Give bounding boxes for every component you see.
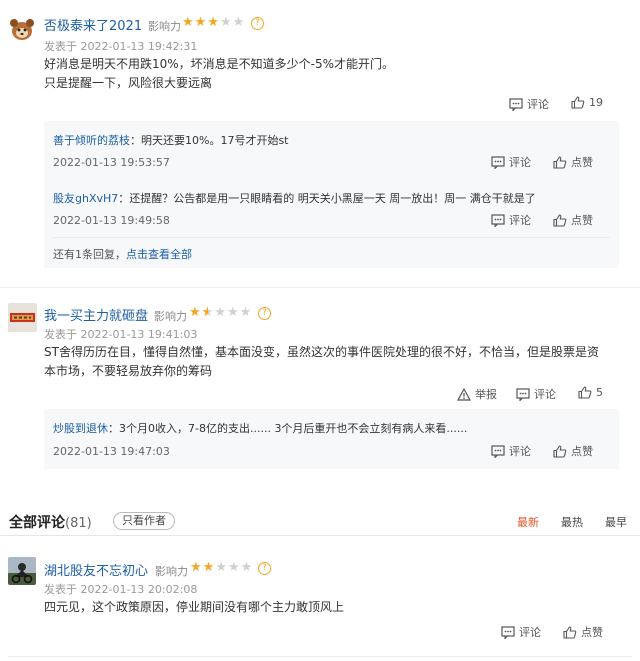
warning-icon — [456, 387, 472, 401]
influence-label: 影响力 — [154, 310, 187, 323]
comment-author[interactable]: 我一买主力就砸盘 — [44, 305, 148, 324]
like-label: 点赞 — [571, 214, 593, 227]
report-button[interactable]: 举报 — [456, 386, 497, 402]
like-button[interactable]: 5 — [578, 386, 603, 399]
user-avatar[interactable] — [8, 303, 37, 332]
post-time: 发表于 2022-01-13 19:41:03 — [44, 328, 198, 341]
divider — [53, 237, 610, 238]
comment-label: 评论 — [509, 445, 531, 458]
reply-text: ：还提醒？公告都是用一只眼睛看的 明天关小黑屋一天 周一放出！周一 满仓干就是了 — [118, 192, 536, 205]
comment-icon — [491, 445, 505, 459]
comment-text: 四元见，这个政策原因，停业期间没有哪个主力敢顶风上 — [44, 600, 345, 614]
thumbs-up-icon — [553, 445, 567, 458]
reply-text: ：明天还要10%。17号才开始st — [130, 134, 289, 147]
reply-like-button[interactable]: 点赞 — [553, 154, 593, 170]
influence-stars: ★★★★★ — [182, 15, 246, 30]
reply-2: 股友ghXvH7：还提醒？公告都是用一只眼睛看的 明天关小黑屋一天 周一放出！周… — [53, 190, 536, 206]
comment-label: 评论 — [534, 388, 556, 401]
reply-1: 炒股到退休：3个月0收入，7-8亿的支出...... 3个月后重开也不会立刻有病… — [53, 420, 467, 436]
influence-stars: ★★★★★ — [190, 560, 254, 575]
comment-icon — [501, 626, 515, 640]
reply-box: 炒股到退休：3个月0收入，7-8亿的支出...... 3个月后重开也不会立刻有病… — [44, 409, 619, 469]
thumbs-up-icon — [553, 156, 567, 169]
influence-label: 影响力 — [148, 20, 181, 33]
comment-button[interactable]: 评论 — [509, 96, 549, 112]
help-icon[interactable]: ? — [258, 307, 271, 320]
sort-hottest[interactable]: 最热 — [561, 514, 583, 530]
report-label: 举报 — [475, 388, 497, 401]
reply-like-button[interactable]: 点赞 — [553, 443, 593, 459]
reply-1: 善于倾听的荔枝：明天还要10%。17号才开始st — [53, 132, 289, 148]
more-replies: 还有1条回复，点击查看全部 — [53, 246, 192, 262]
comment-line: 只是提醒一下，风险很大要远离 — [44, 76, 213, 90]
user-avatar[interactable] — [8, 15, 36, 43]
thumbs-up-icon — [571, 96, 585, 109]
influence-label: 影响力 — [155, 565, 188, 578]
comment-label: 评论 — [509, 156, 531, 169]
help-icon[interactable]: ? — [258, 562, 271, 575]
reply-author[interactable]: 股友ghXvH7 — [53, 192, 118, 205]
comment-author[interactable]: 湖北股友不忘初心 — [44, 560, 148, 579]
reply-like-button[interactable]: 点赞 — [553, 212, 593, 228]
like-label: 点赞 — [581, 626, 603, 639]
comment-icon — [509, 98, 523, 112]
reply-time: 2022-01-13 19:47:03 — [53, 445, 170, 458]
comment-label: 评论 — [519, 626, 541, 639]
view-all-replies-link[interactable]: 点击查看全部 — [126, 248, 192, 261]
comment-line: 好消息是明天不用跌10%，坏消息是不知道多少个-5%才能开门。 — [44, 57, 395, 71]
reply-comment-button[interactable]: 评论 — [491, 212, 531, 228]
reply-comment-button[interactable]: 评论 — [491, 154, 531, 170]
divider — [8, 656, 632, 657]
user-avatar[interactable] — [8, 557, 36, 585]
like-button[interactable]: 点赞 — [563, 624, 603, 640]
author-only-button[interactable]: 只看作者 — [113, 512, 175, 530]
reply-box: 善于倾听的荔枝：明天还要10%。17号才开始st 2022-01-13 19:5… — [44, 121, 619, 268]
all-comments-header: 全部评论(81) 只看作者 最新 最热 最早 — [0, 508, 640, 536]
like-count: 19 — [589, 96, 603, 109]
comment-line: ST舍得历历在目，懂得自然懂，基本面没变，虽然这次的事件医院处理的很不好，不恰当… — [44, 345, 599, 359]
post-time: 发表于 2022-01-13 20:02:08 — [44, 583, 198, 596]
comment-icon — [516, 388, 530, 402]
divider — [0, 287, 640, 288]
comment-button[interactable]: 评论 — [516, 386, 556, 402]
sort-newest[interactable]: 最新 — [517, 514, 539, 530]
sort-earliest[interactable]: 最早 — [605, 514, 627, 530]
comment-text: ST舍得历历在目，懂得自然懂，基本面没变，虽然这次的事件医院处理的很不好，不恰当… — [44, 343, 634, 381]
like-count: 5 — [596, 386, 603, 399]
comment-text: 好消息是明天不用跌10%，坏消息是不知道多少个-5%才能开门。 只是提醒一下，风… — [44, 55, 634, 93]
like-label: 点赞 — [571, 445, 593, 458]
like-label: 点赞 — [571, 156, 593, 169]
comment-label: 评论 — [527, 98, 549, 111]
thumbs-up-icon — [563, 626, 577, 639]
influence-stars: ★★★★★★ — [189, 305, 253, 320]
reply-author[interactable]: 善于倾听的荔枝 — [53, 134, 130, 147]
post-time: 发表于 2022-01-13 19:42:31 — [44, 40, 198, 53]
comment-count: (81) — [65, 516, 92, 531]
reply-time: 2022-01-13 19:49:58 — [53, 214, 170, 227]
comment-line: 本市场，不要轻易放弃你的筹码 — [44, 364, 213, 378]
reply-comment-button[interactable]: 评论 — [491, 443, 531, 459]
help-icon[interactable]: ? — [251, 17, 264, 30]
comment-label: 评论 — [509, 214, 531, 227]
reply-text: ：3个月0收入，7-8亿的支出...... 3个月后重开也不会立刻有病人来看..… — [108, 422, 468, 435]
more-replies-text: 还有1条回复， — [53, 248, 126, 261]
thumbs-up-icon — [578, 386, 592, 399]
reply-time: 2022-01-13 19:53:57 — [53, 156, 170, 169]
reply-author[interactable]: 炒股到退休 — [53, 422, 108, 435]
comment-author[interactable]: 否极泰来了2021 — [44, 15, 142, 34]
comment-button[interactable]: 评论 — [501, 624, 541, 640]
comment-icon — [491, 214, 505, 228]
thumbs-up-icon — [553, 214, 567, 227]
comment-icon — [491, 156, 505, 170]
section-title: 全部评论 — [9, 515, 65, 531]
like-button[interactable]: 19 — [571, 96, 603, 109]
all-comments-title: 全部评论(81) — [9, 512, 92, 532]
